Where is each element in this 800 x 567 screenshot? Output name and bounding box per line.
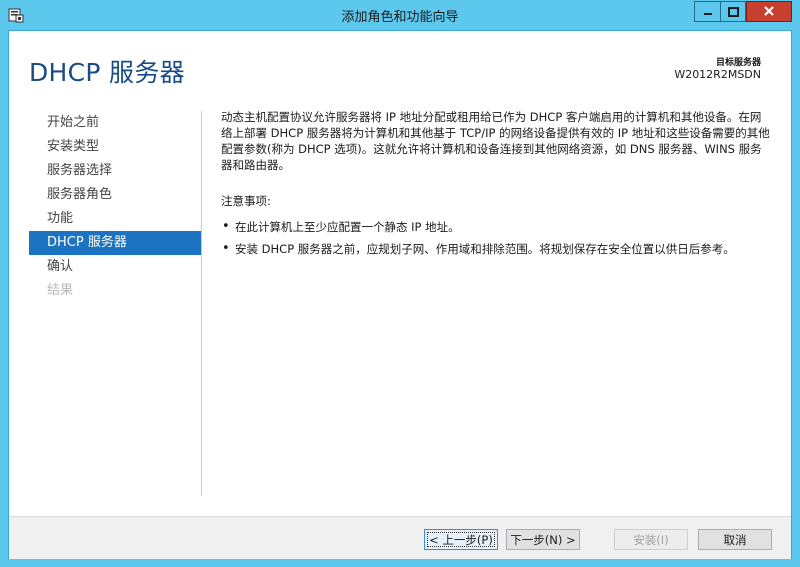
wizard-nav: 开始之前 安装类型 服务器选择 服务器角色 功能 DHCP 服务器 确认 结果 (29, 111, 201, 303)
intro-text: 动态主机配置协议允许服务器将 IP 地址分配或租用给已作为 DHCP 客户端启用… (221, 110, 770, 172)
minimize-icon (703, 2, 713, 21)
nav-item-before-you-begin[interactable]: 开始之前 (29, 111, 201, 135)
maximize-icon (727, 2, 739, 21)
next-button[interactable]: 下一步(N) > (506, 529, 580, 550)
nav-divider (201, 111, 202, 496)
install-button[interactable]: 安装(I) (614, 529, 688, 550)
nav-item-results: 结果 (47, 283, 74, 298)
target-server-name: W2012R2MSDN (674, 68, 761, 81)
nav-item-installation-type[interactable]: 安装类型 (29, 135, 201, 159)
nav-item-dhcp-server[interactable]: DHCP 服务器 (29, 231, 201, 255)
close-button[interactable] (746, 1, 792, 22)
content-pane: 动态主机配置协议允许服务器将 IP 地址分配或租用给已作为 DHCP 客户端启用… (221, 109, 771, 263)
close-icon (763, 2, 775, 21)
target-server-label: 目标服务器 (715, 58, 761, 68)
wizard-window: 添加角色和功能向导 DHCP 服务器 目标服务器 W2012R2MSDN 开始之… (0, 0, 800, 567)
title-bar[interactable]: 添加角色和功能向导 (0, 0, 800, 30)
nav-item-features[interactable]: 功能 (29, 207, 201, 231)
page-title: DHCP 服务器 (29, 58, 185, 87)
wizard-body: DHCP 服务器 目标服务器 W2012R2MSDN 开始之前 安装类型 服务器… (8, 30, 792, 559)
cancel-button[interactable]: 取消 (698, 529, 772, 550)
previous-button[interactable]: < 上一步(P) (424, 529, 498, 550)
nav-item-server-selection[interactable]: 服务器选择 (29, 159, 201, 183)
maximize-button[interactable] (720, 1, 746, 22)
notes-heading: 注意事项: (221, 194, 271, 208)
notes-list: 在此计算机上至少应配置一个静态 IP 地址。 安装 DHCP 服务器之前，应规划… (221, 219, 771, 257)
window-title: 添加角色和功能向导 (341, 10, 459, 25)
list-item: 在此计算机上至少应配置一个静态 IP 地址。 (221, 219, 771, 235)
minimize-button[interactable] (694, 1, 720, 22)
nav-item-confirmation[interactable]: 确认 (29, 255, 201, 279)
nav-item-server-roles[interactable]: 服务器角色 (29, 183, 201, 207)
list-item: 安装 DHCP 服务器之前，应规划子网、作用域和排除范围。将规划保存在安全位置以… (221, 241, 771, 257)
button-bar: < 上一步(P) 下一步(N) > 安装(I) 取消 (9, 516, 791, 559)
